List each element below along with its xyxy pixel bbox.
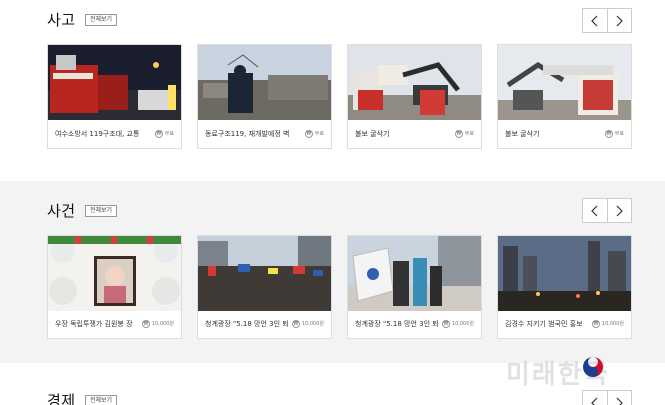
card-title[interactable]: 우장 독립투쟁가 김원봉 장 [55,319,139,329]
card-title[interactable]: 여수소방서 119구조대, 교통 [55,129,152,139]
price-value: 무료 [164,131,174,137]
won-icon: ₩ [304,129,313,138]
price: ₩10,000원 [441,319,474,328]
photo-thumbnail[interactable] [48,45,181,120]
chevron-right-icon [616,15,624,26]
city-night-rally-photo [498,236,631,311]
photo-card[interactable]: 여수소방서 119구조대, 교통 ₩ 무료 [47,44,182,149]
won-icon: ₩ [441,319,450,328]
section-title: 사건 [47,202,76,220]
card-title[interactable]: 볼보 굴삭기 [505,129,602,139]
photo-thumbnail[interactable] [198,236,331,311]
card-list: 여수소방서 119구조대, 교통 ₩ 무료 동료구조119, 재개발예정 벽 ₩ 무… [47,44,632,149]
won-icon: ₩ [454,129,463,138]
card-title[interactable]: 동료구조119, 재개발예정 벽 [205,129,302,139]
photo-thumbnail[interactable] [198,45,331,120]
memorial-portrait-photo [48,236,181,311]
carousel-nav [582,198,632,223]
price: ₩ 무료 [304,129,324,138]
price: ₩10,000원 [291,319,324,328]
section-incident: 사건 전체보기 우장 독립투쟁가 김원봉 장 ₩ 10,000원 청계광장 "5… [0,181,665,363]
card-footer: 청계광장 "5.18 망언 3인 퇴 ₩10,000원 [348,309,481,338]
photo-thumbnail[interactable] [48,236,181,311]
fire-truck-night-photo [48,45,181,120]
photo-card[interactable]: 우장 독립투쟁가 김원봉 장 ₩10,000원 [47,235,182,339]
next-button[interactable] [608,391,632,405]
photo-card[interactable]: 청계광장 "5.18 망언 3인 퇴 ₩10,000원 [197,235,332,339]
price-value: 무료 [614,131,624,137]
photo-thumbnail[interactable] [348,45,481,120]
view-all-button[interactable]: 전체보기 [85,205,118,217]
card-list: 우장 독립투쟁가 김원봉 장 ₩10,000원 청계광장 "5.18 망언 3인… [47,235,632,339]
section-accident: 사고 전체보기 여수소방서 119구조대, 교통 ₩ 무료 동료구조119, 재… [0,0,665,181]
photo-thumbnail[interactable] [348,236,481,311]
photo-card[interactable]: 볼보 굴삭기 ₩ 무료 [347,44,482,149]
photo-thumbnail[interactable] [498,45,631,120]
rescue-worker-rooftop-photo [198,45,331,120]
chevron-left-icon [590,15,598,26]
carousel-nav [582,390,632,405]
prev-button[interactable] [583,9,608,32]
chevron-left-icon [590,205,598,216]
card-footer: 동료구조119, 재개발예정 벽 ₩ 무료 [198,119,331,148]
price-value: 10,000원 [301,321,324,327]
won-icon: ₩ [604,129,613,138]
card-footer: 볼보 굴삭기 ₩ 무료 [348,119,481,148]
card-title[interactable]: 청계광장 "5.18 망언 3인 퇴 [355,319,439,329]
card-footer: 청계광장 "5.18 망언 3인 퇴 ₩10,000원 [198,309,331,338]
flag-protest-photo [348,236,481,311]
card-footer: 여수소방서 119구조대, 교통 ₩ 무료 [48,119,181,148]
chevron-left-icon [590,397,598,405]
won-icon: ₩ [291,319,300,328]
section-title: 사고 [47,11,76,29]
card-footer: 볼보 굴삭기 ₩ 무료 [498,119,631,148]
next-button[interactable] [608,199,632,222]
card-title[interactable]: 청계광장 "5.18 망언 3인 퇴 [205,319,289,329]
prev-button[interactable] [583,391,608,405]
excavator-banner-photo [348,45,481,120]
card-footer: 김경수 지키기 범국민 홍보 ₩10,000원 [498,309,631,338]
won-icon: ₩ [141,319,150,328]
chevron-right-icon [616,397,624,405]
price: ₩ 무료 [604,129,624,138]
card-title[interactable]: 볼보 굴삭기 [355,129,452,139]
price-value: 무료 [464,131,474,137]
price: ₩10,000원 [591,319,624,328]
price-value: 10,000원 [151,321,174,327]
photo-card[interactable]: 청계광장 "5.18 망언 3인 퇴 ₩10,000원 [347,235,482,339]
section-economy: 경제 전체보기 [0,363,665,405]
chevron-right-icon [616,205,624,216]
photo-card[interactable]: 볼보 굴삭기 ₩ 무료 [497,44,632,149]
price: ₩ 무료 [154,129,174,138]
price: ₩10,000원 [141,319,174,328]
won-icon: ₩ [154,129,163,138]
price-value: 10,000원 [601,321,624,327]
next-button[interactable] [608,9,632,32]
price-value: 10,000원 [451,321,474,327]
section-title: 경제 [47,392,76,405]
view-all-button[interactable]: 전체보기 [85,14,118,26]
view-all-button[interactable]: 전체보기 [85,395,118,405]
protest-crowd-photo [198,236,331,311]
carousel-nav [582,8,632,33]
card-title[interactable]: 김경수 지키기 범국민 홍보 [505,319,589,329]
photo-card[interactable]: 동료구조119, 재개발예정 벽 ₩ 무료 [197,44,332,149]
photo-card[interactable]: 김경수 지키기 범국민 홍보 ₩10,000원 [497,235,632,339]
won-icon: ₩ [591,319,600,328]
prev-button[interactable] [583,199,608,222]
price: ₩ 무료 [454,129,474,138]
excavator-banner-photo [498,45,631,120]
price-value: 무료 [314,131,324,137]
card-footer: 우장 독립투쟁가 김원봉 장 ₩10,000원 [48,309,181,338]
photo-thumbnail[interactable] [498,236,631,311]
